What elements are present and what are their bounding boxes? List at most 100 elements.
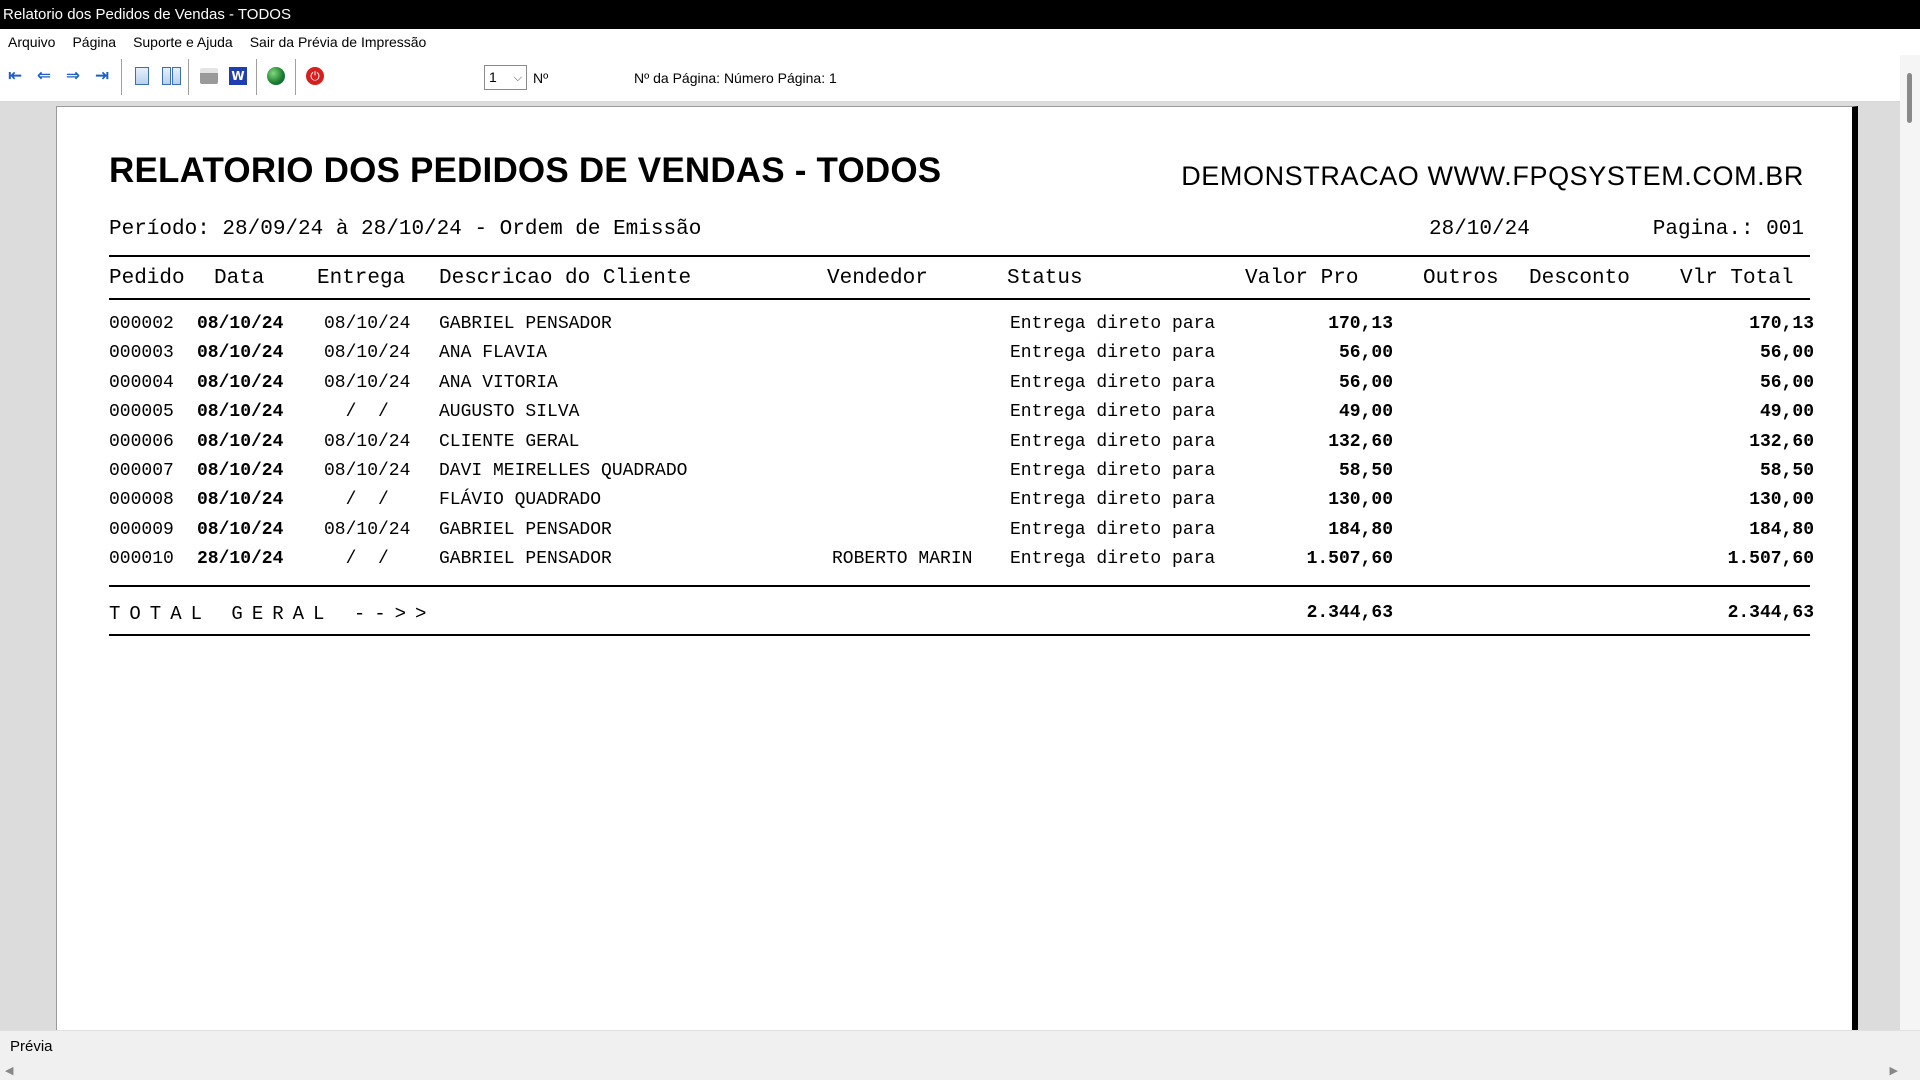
row-total: 130,00: [1749, 490, 1814, 511]
row-valor: 58,50: [1338, 461, 1393, 481]
page-select[interactable]: 1 ⌵: [484, 65, 527, 90]
col-header-valor: Valor Pro: [1245, 267, 1359, 290]
row-status: Entrega direto para: [1010, 431, 1216, 452]
row-total: 184,80: [1749, 519, 1814, 540]
status-text: Prévia: [10, 1038, 53, 1055]
scroll-right-icon[interactable]: ▶: [1890, 1064, 1898, 1077]
row-entrega: / /: [324, 490, 389, 511]
row-pedido: 000008: [109, 490, 174, 511]
divider: [109, 255, 1810, 257]
row-total: 170,13: [1749, 314, 1814, 334]
scroll-left-icon[interactable]: ◀: [5, 1064, 13, 1077]
row-entrega: 08/10/24: [324, 519, 411, 540]
col-header-vendedor: Vendedor: [827, 267, 928, 290]
chevron-down-icon: ⌵: [513, 71, 522, 84]
col-header-desconto: Desconto: [1529, 267, 1630, 290]
menu-arquivo[interactable]: Arquivo: [8, 34, 55, 50]
row-status: Entrega direto para: [1010, 402, 1216, 423]
menu-pagina[interactable]: Página: [72, 34, 116, 50]
report-page-number: Pagina.: 001: [1652, 218, 1804, 241]
toolbar-separator: [256, 59, 257, 95]
col-header-outros: Outros: [1423, 267, 1499, 290]
row-status: Entrega direto para: [1010, 549, 1216, 570]
row-data: 28/10/24: [197, 549, 284, 570]
row-pedido: 000003: [109, 343, 174, 364]
first-page-icon[interactable]: ⇤: [2, 63, 28, 89]
report-demo-banner: DEMONSTRACAO WWW.FPQSYSTEM.COM.BR: [1181, 161, 1804, 191]
row-valor: 184,80: [1328, 519, 1393, 540]
row-data: 08/10/24: [197, 461, 284, 481]
single-page-icon[interactable]: [129, 63, 155, 89]
row-total: 132,60: [1749, 431, 1814, 452]
menu-suporte-ajuda[interactable]: Suporte e Ajuda: [133, 34, 233, 50]
print-icon[interactable]: [196, 63, 222, 89]
report-title: RELATORIO DOS PEDIDOS DE VENDAS - TODOS: [109, 151, 942, 190]
row-data: 08/10/24: [197, 490, 284, 511]
vertical-scrollbar[interactable]: [1900, 55, 1920, 1030]
row-total: 56,00: [1759, 343, 1814, 364]
page-select-value: 1: [489, 69, 497, 85]
row-valor: 56,00: [1338, 372, 1393, 393]
row-valor: 132,60: [1328, 431, 1393, 452]
row-total: 1.507,60: [1727, 549, 1814, 570]
prev-page-icon[interactable]: ⇐: [31, 63, 57, 89]
row-cliente: ANA FLAVIA: [439, 343, 548, 364]
row-entrega: 08/10/24: [324, 314, 411, 334]
row-pedido: 000004: [109, 372, 174, 393]
report-date: 28/10/24: [1429, 218, 1530, 241]
row-cliente: FLÁVIO QUADRADO: [439, 490, 602, 511]
report-period: Período: 28/09/24 à 28/10/24 - Ordem de …: [109, 218, 702, 241]
row-cliente: GABRIEL PENSADOR: [439, 519, 612, 540]
row-entrega: / /: [324, 549, 389, 570]
divider: [109, 634, 1810, 636]
window-title: Relatorio dos Pedidos de Vendas - TODOS: [0, 0, 1920, 29]
row-status: Entrega direto para: [1010, 490, 1216, 511]
row-status: Entrega direto para: [1010, 519, 1216, 540]
row-pedido: 000010: [109, 549, 174, 570]
menu-bar: Arquivo Página Suporte e Ajuda Sair da P…: [0, 29, 1920, 55]
toolbar-separator: [121, 59, 122, 95]
row-entrega: / /: [324, 402, 389, 423]
toolbar-separator: [295, 59, 296, 95]
next-page-icon[interactable]: ⇒: [60, 63, 86, 89]
menu-sair-previa[interactable]: Sair da Prévia de Impressão: [250, 34, 427, 50]
stop-icon[interactable]: ⏻: [302, 63, 328, 89]
col-header-pedido: Pedido: [109, 267, 185, 290]
col-header-status: Status: [1007, 267, 1083, 290]
row-entrega: 08/10/24: [324, 372, 411, 393]
row-data: 08/10/24: [197, 402, 284, 423]
web-export-icon[interactable]: [263, 63, 289, 89]
page-number-label: Nº: [533, 70, 549, 86]
col-header-data: Data: [214, 267, 265, 290]
toolbar-separator: [188, 59, 189, 95]
row-cliente: GABRIEL PENSADOR: [439, 314, 612, 334]
row-valor: 56,00: [1338, 343, 1393, 364]
row-cliente: GABRIEL PENSADOR: [439, 549, 612, 570]
row-pedido: 000005: [109, 402, 174, 423]
scroll-thumb[interactable]: [1907, 73, 1912, 123]
row-data: 08/10/24: [197, 372, 284, 393]
row-pedido: 000009: [109, 519, 174, 540]
row-valor: 49,00: [1338, 402, 1393, 423]
row-pedido: 000006: [109, 431, 174, 452]
row-pedido: 000002: [109, 314, 174, 334]
word-export-icon[interactable]: W: [225, 63, 251, 89]
preview-area[interactable]: RELATORIO DOS PEDIDOS DE VENDAS - TODOS …: [0, 102, 1900, 1030]
row-cliente: CLIENTE GERAL: [439, 431, 580, 452]
row-data: 08/10/24: [197, 343, 284, 364]
total-geral-label: TOTAL GERAL -->>: [109, 603, 436, 625]
row-total: 58,50: [1759, 461, 1814, 481]
row-status: Entrega direto para: [1010, 372, 1216, 393]
col-header-total: Vlr Total: [1680, 267, 1794, 290]
toolbar: ⇤ ⇐ ⇒ ⇥ W ⏻ 1 ⌵ Nº Nº da Página: Número …: [0, 55, 1920, 102]
row-cliente: DAVI MEIRELLES QUADRADO: [439, 461, 688, 481]
horizontal-scrollbar[interactable]: ◀ ▶: [0, 1062, 1920, 1080]
divider: [109, 585, 1810, 587]
total-valor: 2.344,63: [1306, 603, 1393, 623]
row-vendedor: ROBERTO MARIN: [832, 549, 973, 570]
row-pedido: 000007: [109, 461, 174, 481]
two-pages-icon[interactable]: [158, 63, 184, 89]
row-entrega: 08/10/24: [324, 431, 411, 452]
status-bar: Prévia: [0, 1030, 1920, 1062]
last-page-icon[interactable]: ⇥: [89, 63, 115, 89]
